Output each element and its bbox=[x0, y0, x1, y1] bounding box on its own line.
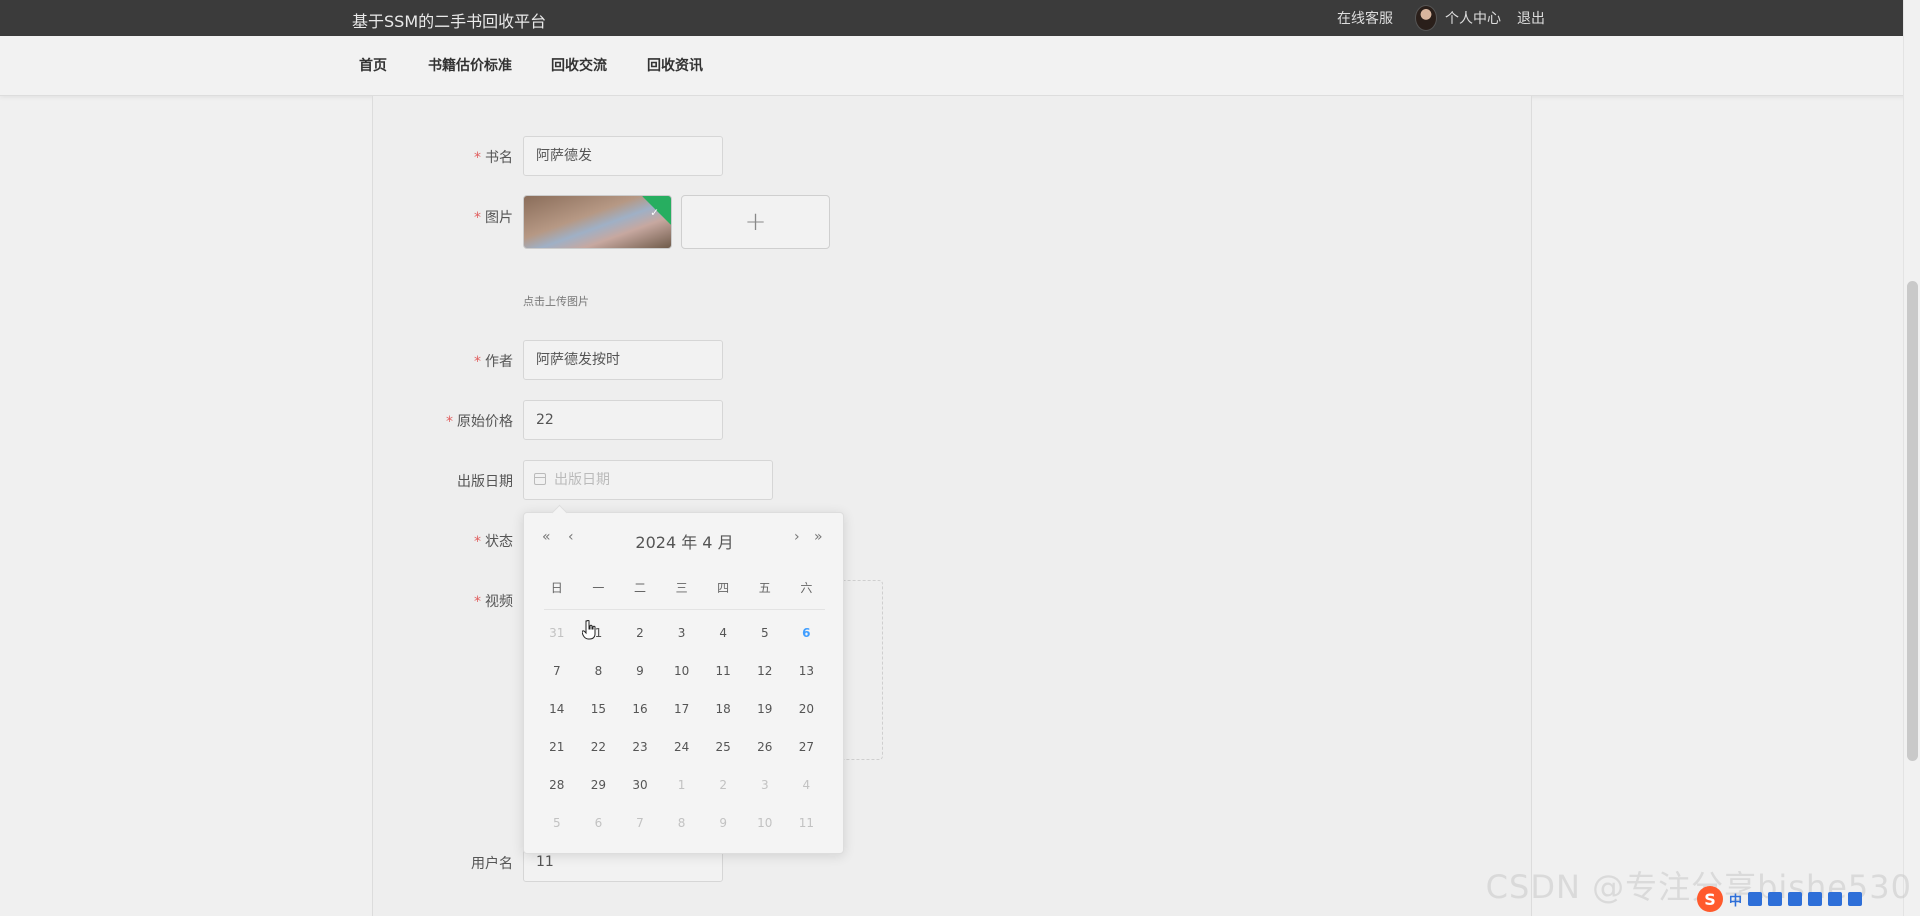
weekday-label: 三 bbox=[675, 581, 688, 595]
main-nav: 首页 书籍估价标准 回收交流 回收资讯 bbox=[0, 36, 1920, 96]
calendar-day[interactable]: 13 bbox=[786, 661, 828, 699]
weekday-label: 四 bbox=[717, 581, 730, 595]
ime-language-toggle[interactable]: 中 bbox=[1729, 890, 1742, 909]
ime-punctuation-icon[interactable] bbox=[1748, 892, 1763, 906]
calendar-icon bbox=[534, 473, 546, 485]
weekday-label: 二 bbox=[633, 581, 646, 595]
calendar-day[interactable]: 1 bbox=[661, 775, 703, 813]
calendar-day[interactable]: 11 bbox=[702, 661, 744, 699]
avatar[interactable] bbox=[1415, 5, 1437, 31]
image-upload-button[interactable]: + bbox=[681, 195, 830, 249]
calendar-day[interactable]: 3 bbox=[661, 623, 703, 661]
publish-date-input[interactable]: 出版日期 bbox=[523, 460, 773, 500]
publish-date-label: 出版日期 bbox=[457, 474, 513, 490]
calendar-day[interactable]: 18 bbox=[702, 699, 744, 737]
calendar-day[interactable]: 23 bbox=[619, 737, 661, 775]
calendar-day[interactable]: 14 bbox=[536, 699, 578, 737]
hand-cursor-icon bbox=[582, 620, 596, 640]
original-price-label: * 原始价格 bbox=[446, 414, 513, 430]
calendar-day[interactable]: 6 bbox=[578, 813, 620, 851]
logout-link[interactable]: 退出 bbox=[1517, 8, 1545, 28]
weekday-label: 日 bbox=[550, 581, 563, 595]
calendar-day[interactable]: 5 bbox=[744, 623, 786, 661]
calendar-day[interactable]: 10 bbox=[661, 661, 703, 699]
toolbox-icon[interactable] bbox=[1828, 892, 1843, 906]
calendar-day[interactable]: 9 bbox=[619, 661, 661, 699]
ime-toolbar: S 中 bbox=[1697, 886, 1902, 912]
calendar-day[interactable]: 31 bbox=[536, 623, 578, 661]
site-title[interactable]: 基于SSM的二手书回收平台 bbox=[352, 8, 546, 32]
plus-icon: + bbox=[744, 207, 767, 237]
calendar-day[interactable]: 10 bbox=[744, 813, 786, 851]
settings-icon[interactable] bbox=[1848, 892, 1863, 906]
book-name-label: * 书名 bbox=[474, 150, 513, 166]
calendar-day[interactable]: 8 bbox=[578, 661, 620, 699]
weekday-label: 六 bbox=[800, 581, 813, 595]
microphone-icon[interactable] bbox=[1768, 892, 1783, 906]
status-label: * 状态 bbox=[474, 534, 513, 550]
calendar-day[interactable]: 21 bbox=[536, 737, 578, 775]
calendar-day[interactable]: 7 bbox=[536, 661, 578, 699]
username-label: 用户名 bbox=[471, 856, 513, 872]
date-picker-popup: « ‹ 2024 年 4 月 › » 日 一 二 三 四 五 六 31 1 2 3 4 5… bbox=[523, 504, 844, 854]
calendar-day[interactable]: 15 bbox=[578, 699, 620, 737]
scrollbar-thumb[interactable] bbox=[1907, 281, 1918, 761]
calendar-day[interactable]: 5 bbox=[536, 813, 578, 851]
calendar-day[interactable]: 25 bbox=[702, 737, 744, 775]
calendar-day[interactable]: 29 bbox=[578, 775, 620, 813]
weekday-header: 日 一 二 三 四 五 六 bbox=[536, 579, 834, 596]
weekday-divider bbox=[544, 609, 825, 610]
calendar-day[interactable]: 2 bbox=[619, 623, 661, 661]
calendar-day[interactable]: 19 bbox=[744, 699, 786, 737]
top-bar-actions: 在线客服 个人中心 退出 bbox=[1321, 0, 1545, 36]
page-scrollbar[interactable] bbox=[1903, 0, 1920, 916]
nav-valuation-standard[interactable]: 书籍估价标准 bbox=[428, 55, 512, 75]
calendar-day[interactable]: 12 bbox=[744, 661, 786, 699]
calendar-day[interactable]: 17 bbox=[661, 699, 703, 737]
image-label: * 图片 bbox=[474, 210, 513, 226]
calendar-day[interactable]: 2 bbox=[702, 775, 744, 813]
skin-icon[interactable] bbox=[1808, 892, 1823, 906]
calendar-day[interactable]: 7 bbox=[619, 813, 661, 851]
calendar-day[interactable]: 4 bbox=[702, 623, 744, 661]
calendar-day[interactable]: 11 bbox=[786, 813, 828, 851]
top-bar: 基于SSM的二手书回收平台 在线客服 个人中心 退出 bbox=[0, 0, 1920, 36]
calendar-day[interactable]: 26 bbox=[744, 737, 786, 775]
calendar-day[interactable]: 9 bbox=[702, 813, 744, 851]
keyboard-icon[interactable] bbox=[1788, 892, 1803, 906]
book-name-input[interactable]: 阿萨德发 bbox=[523, 136, 723, 176]
next-year-button[interactable]: » bbox=[814, 529, 823, 545]
calendar-day[interactable]: 4 bbox=[786, 775, 828, 813]
calendar-day[interactable]: 6 bbox=[786, 623, 828, 661]
calendar-day[interactable]: 22 bbox=[578, 737, 620, 775]
calendar-day[interactable]: 20 bbox=[786, 699, 828, 737]
calendar-day[interactable]: 30 bbox=[619, 775, 661, 813]
author-label: * 作者 bbox=[474, 354, 513, 370]
calendar-day[interactable]: 28 bbox=[536, 775, 578, 813]
author-input[interactable]: 阿萨德发按时 bbox=[523, 340, 723, 380]
uploaded-image-thumbnail[interactable]: ✓ bbox=[523, 195, 672, 249]
nav-recycle-exchange[interactable]: 回收交流 bbox=[551, 55, 607, 75]
calendar-day[interactable]: 16 bbox=[619, 699, 661, 737]
next-month-button[interactable]: › bbox=[794, 529, 800, 545]
calendar-day[interactable]: 8 bbox=[661, 813, 703, 851]
original-price-input[interactable]: 22 bbox=[523, 400, 723, 440]
upload-tip: 点击上传图片 bbox=[523, 295, 589, 308]
calendar-day[interactable]: 27 bbox=[786, 737, 828, 775]
nav-recycle-news[interactable]: 回收资讯 bbox=[647, 55, 703, 75]
online-service-link[interactable]: 在线客服 bbox=[1337, 8, 1393, 28]
publish-date-placeholder: 出版日期 bbox=[554, 472, 610, 488]
weekday-label: 五 bbox=[758, 581, 771, 595]
day-grid: 31 1 2 3 4 5 6 7 8 9 10 11 12 13 14 15 16 17 18 19 20 21 22 23 2… bbox=[536, 623, 834, 851]
ime-logo-icon[interactable]: S bbox=[1697, 886, 1723, 912]
check-icon: ✓ bbox=[650, 206, 659, 219]
calendar-day[interactable]: 3 bbox=[744, 775, 786, 813]
video-label: * 视频 bbox=[474, 594, 513, 610]
calendar-day[interactable]: 24 bbox=[661, 737, 703, 775]
nav-home[interactable]: 首页 bbox=[359, 55, 387, 75]
weekday-label: 一 bbox=[592, 581, 605, 595]
personal-center-link[interactable]: 个人中心 bbox=[1445, 8, 1501, 28]
